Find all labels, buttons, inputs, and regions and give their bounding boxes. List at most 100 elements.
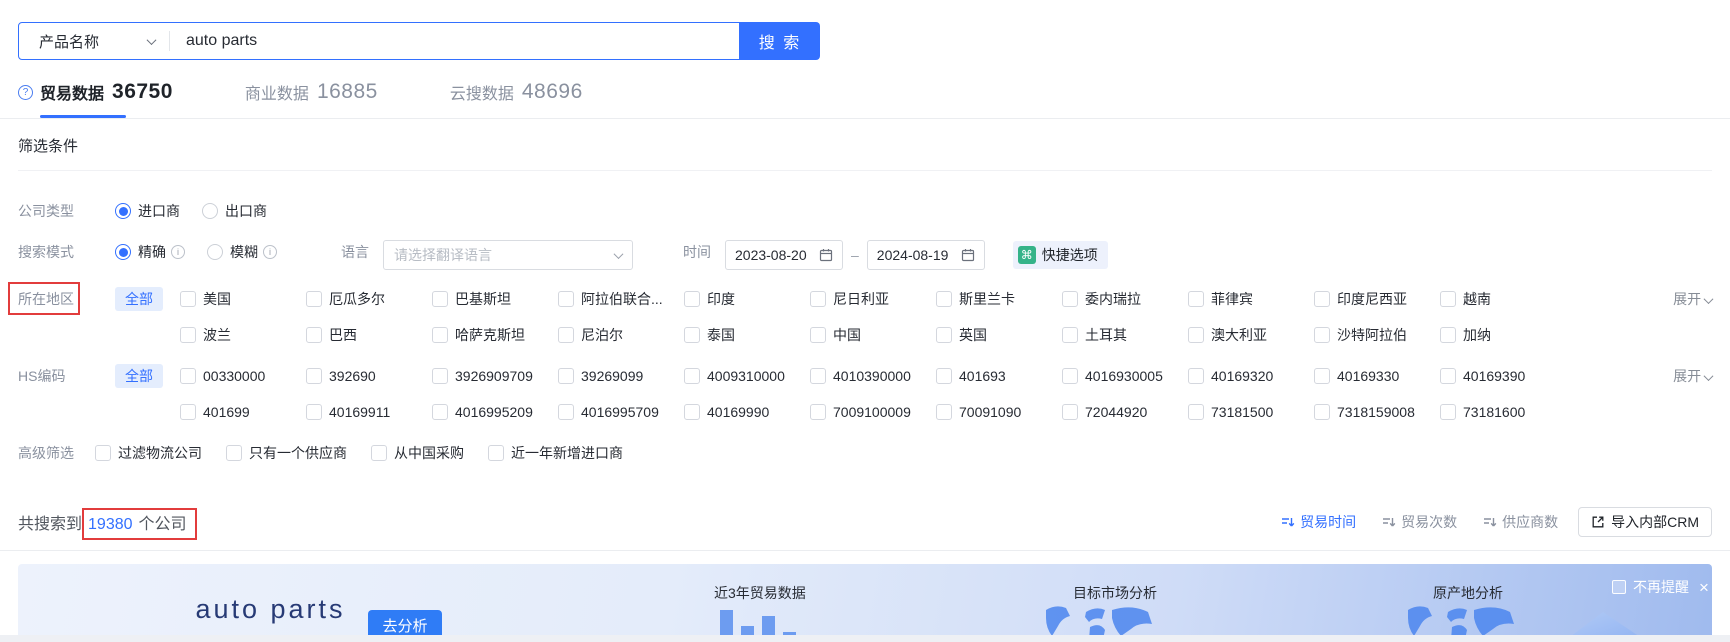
region-checkbox-item[interactable]: 哈萨克斯坦 [432,323,558,347]
checkbox[interactable] [810,368,826,384]
checkbox[interactable] [558,368,574,384]
checkbox[interactable] [180,327,196,343]
search-category-dropdown[interactable]: 产品名称 [19,31,169,52]
hs-code-checkbox-item[interactable]: 72044920 [1062,400,1188,424]
radio-icon[interactable] [202,203,218,219]
checkbox[interactable] [558,404,574,420]
advanced-checkbox-item[interactable]: 只有一个供应商 [226,441,347,465]
question-circle-icon[interactable]: ? [18,84,33,100]
checkbox[interactable] [306,291,322,307]
language-select[interactable]: 请选择翻译语言 [383,240,633,270]
hs-code-checkbox-item[interactable]: 40169330 [1314,364,1440,388]
checkbox[interactable] [371,445,387,461]
checkbox[interactable] [432,291,448,307]
region-checkbox-item[interactable]: 泰国 [684,323,810,347]
checkbox[interactable] [1188,327,1204,343]
hs-code-checkbox-item[interactable]: 40169320 [1188,364,1314,388]
checkbox[interactable] [1314,327,1330,343]
hs-code-checkbox-item[interactable]: 392690 [306,364,432,388]
tab-trade-data[interactable]: ? 贸易数据 36750 [18,80,173,118]
hs-code-checkbox-item[interactable]: 4016995709 [558,400,684,424]
region-checkbox-item[interactable]: 尼日利亚 [810,287,936,311]
checkbox[interactable] [936,404,952,420]
hs-code-all-pill[interactable]: 全部 [115,364,163,388]
tab-business-data[interactable]: 商业数据 16885 [245,80,378,104]
hs-code-checkbox-item[interactable]: 73181500 [1188,400,1314,424]
checkbox[interactable] [432,327,448,343]
hs-code-checkbox-item[interactable]: 4016930005 [1062,364,1188,388]
region-checkbox-item[interactable]: 厄瓜多尔 [306,287,432,311]
hs-code-checkbox-item[interactable]: 70091090 [936,400,1062,424]
sort-trade-count[interactable]: 贸易次数 [1382,512,1457,532]
checkbox[interactable] [810,291,826,307]
hs-code-checkbox-item[interactable]: 4010390000 [810,364,936,388]
checkbox[interactable] [306,368,322,384]
region-checkbox-item[interactable]: 委内瑞拉 [1062,287,1188,311]
checkbox[interactable] [432,368,448,384]
region-checkbox-item[interactable]: 土耳其 [1062,323,1188,347]
checkbox[interactable] [1188,291,1204,307]
region-checkbox-item[interactable]: 越南 [1440,287,1566,311]
hs-code-checkbox-item[interactable]: 401699 [180,400,306,424]
hs-code-checkbox-item[interactable]: 7009100009 [810,400,936,424]
checkbox[interactable] [936,291,952,307]
region-checkbox-item[interactable]: 沙特阿拉伯 [1314,323,1440,347]
region-checkbox-item[interactable]: 加纳 [1440,323,1566,347]
checkbox[interactable] [558,327,574,343]
checkbox[interactable] [488,445,504,461]
dismiss-checkbox[interactable] [1612,580,1626,594]
checkbox[interactable] [1062,327,1078,343]
hs-code-checkbox-item[interactable]: 3926909709 [432,364,558,388]
region-checkbox-item[interactable]: 斯里兰卡 [936,287,1062,311]
checkbox[interactable] [1188,368,1204,384]
checkbox[interactable] [936,327,952,343]
advanced-checkbox-item[interactable]: 过滤物流公司 [95,441,202,465]
checkbox[interactable] [1062,368,1078,384]
region-expand-link[interactable]: 展开 [1673,287,1714,311]
checkbox[interactable] [1062,291,1078,307]
checkbox[interactable] [684,291,700,307]
start-date-input[interactable]: 2023-08-20 [725,240,843,270]
sort-trade-time[interactable]: 贸易时间 [1281,512,1356,532]
hs-code-checkbox-item[interactable]: 4016995209 [432,400,558,424]
checkbox[interactable] [1314,291,1330,307]
radio-fuzzy[interactable]: 模糊 i [207,240,277,264]
sort-supplier-count[interactable]: 供应商数 [1483,512,1558,532]
search-input[interactable] [170,32,739,50]
checkbox[interactable] [180,291,196,307]
radio-selected-icon[interactable] [115,244,131,260]
checkbox[interactable] [180,368,196,384]
info-circle-icon[interactable]: i [263,245,277,259]
hs-code-checkbox-item[interactable]: 401693 [936,364,1062,388]
region-checkbox-item[interactable]: 美国 [180,287,306,311]
hs-code-checkbox-item[interactable]: 39269099 [558,364,684,388]
region-checkbox-item[interactable]: 菲律宾 [1188,287,1314,311]
checkbox[interactable] [1314,404,1330,420]
checkbox[interactable] [180,404,196,420]
checkbox[interactable] [1440,327,1456,343]
advanced-checkbox-item[interactable]: 近一年新增进口商 [488,441,623,465]
hs-code-checkbox-item[interactable]: 40169390 [1440,364,1566,388]
close-icon[interactable]: × [1699,579,1709,596]
import-crm-button[interactable]: 导入内部CRM [1578,507,1712,537]
hs-code-checkbox-item[interactable]: 40169990 [684,400,810,424]
checkbox[interactable] [306,404,322,420]
checkbox[interactable] [306,327,322,343]
hs-code-checkbox-item[interactable]: 4009310000 [684,364,810,388]
hs-code-checkbox-item[interactable]: 00330000 [180,364,306,388]
checkbox[interactable] [810,404,826,420]
radio-exporter[interactable]: 出口商 [202,199,267,223]
search-button[interactable]: 搜 索 [740,22,820,60]
checkbox[interactable] [1188,404,1204,420]
radio-selected-icon[interactable] [115,203,131,219]
region-checkbox-item[interactable]: 印度尼西亚 [1314,287,1440,311]
region-checkbox-item[interactable]: 阿拉伯联合... [558,287,684,311]
advanced-checkbox-item[interactable]: 从中国采购 [371,441,464,465]
region-checkbox-item[interactable]: 中国 [810,323,936,347]
checkbox[interactable] [1440,404,1456,420]
region-checkbox-item[interactable]: 澳大利亚 [1188,323,1314,347]
region-checkbox-item[interactable]: 英国 [936,323,1062,347]
checkbox[interactable] [684,327,700,343]
quick-options-button[interactable]: ⌘ 快捷选项 [1012,241,1108,269]
hs-code-checkbox-item[interactable]: 40169911 [306,400,432,424]
